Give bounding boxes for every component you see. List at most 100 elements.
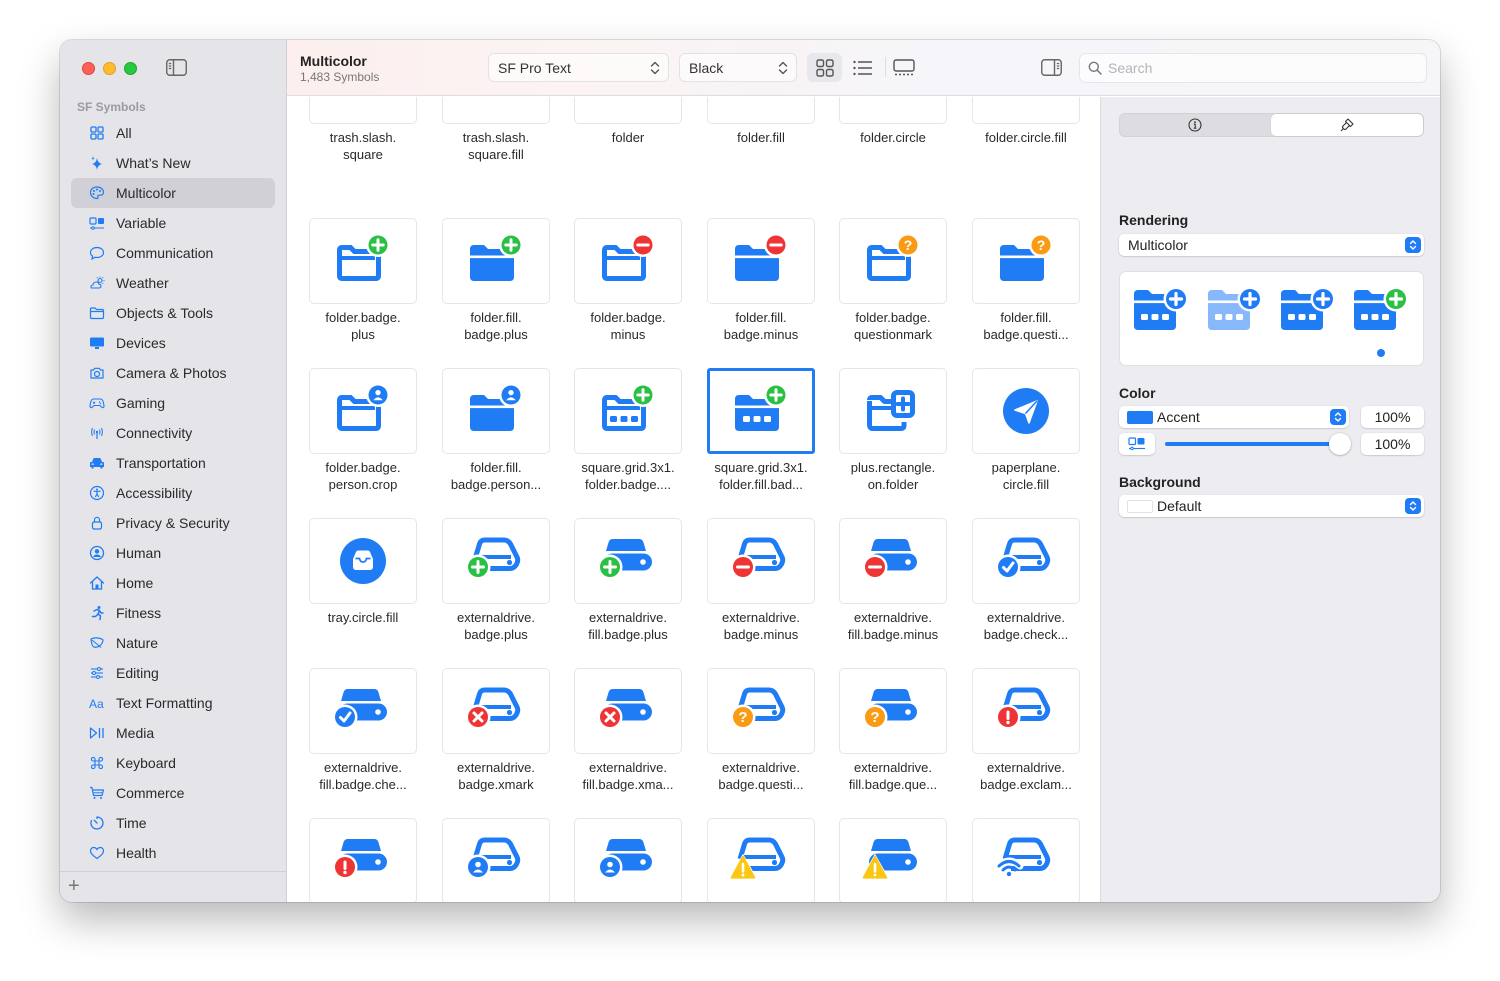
- add-collection-button[interactable]: +: [68, 876, 80, 896]
- symbol-tile[interactable]: [309, 97, 417, 124]
- symbol-tile[interactable]: [309, 218, 417, 304]
- symbol-cell[interactable]: externaldrive. fill.badge.excl...: [309, 818, 417, 902]
- symbol-tile[interactable]: [574, 368, 682, 454]
- symbol-cell[interactable]: folder.badge. person.crop: [309, 368, 417, 493]
- symbol-cell[interactable]: tray.circle.fill: [309, 518, 417, 626]
- sidebar-item-human[interactable]: Human: [71, 538, 275, 568]
- symbol-cell[interactable]: ? folder.fill. badge.questi...: [972, 218, 1080, 343]
- symbol-cell[interactable]: externaldrive. fill.triangleba...: [839, 818, 947, 902]
- symbol-cell[interactable]: ? folder.badge. questionmark: [839, 218, 947, 343]
- search-input[interactable]: [1108, 60, 1426, 76]
- symbol-cell[interactable]: plus.rectangle. on.folder: [839, 368, 947, 493]
- symbol-cell[interactable]: externaldrive. badge.exclam...: [972, 668, 1080, 793]
- sidebar-item-accessibility[interactable]: Accessibility: [71, 478, 275, 508]
- variable-value-button[interactable]: [1119, 433, 1155, 455]
- symbol-tile[interactable]: [972, 818, 1080, 902]
- symbol-tile[interactable]: [707, 218, 815, 304]
- color-select[interactable]: Accent: [1119, 406, 1349, 428]
- symbol-tile[interactable]: [309, 368, 417, 454]
- symbol-tile[interactable]: [442, 218, 550, 304]
- symbol-cell[interactable]: folder.fill: [707, 97, 815, 146]
- variable-value-field[interactable]: 100%: [1361, 433, 1424, 455]
- sidebar-item-transportation[interactable]: Transportation: [71, 448, 275, 478]
- symbol-tile[interactable]: [972, 668, 1080, 754]
- sidebar-item-health[interactable]: Health: [71, 838, 275, 868]
- symbol-tile[interactable]: ?: [839, 668, 947, 754]
- sidebar-item-commerce[interactable]: Commerce: [71, 778, 275, 808]
- symbol-tile[interactable]: [574, 218, 682, 304]
- sidebar-item-weather[interactable]: Weather: [71, 268, 275, 298]
- symbol-tile[interactable]: [972, 368, 1080, 454]
- tab-customize[interactable]: [1271, 114, 1423, 136]
- preview-palette-icon[interactable]: [1279, 286, 1337, 334]
- symbol-cell[interactable]: square.grid.3x1. folder.badge....: [574, 368, 682, 493]
- symbol-tile[interactable]: [442, 518, 550, 604]
- close-button[interactable]: [82, 62, 95, 75]
- symbol-tile[interactable]: [442, 368, 550, 454]
- sidebar-item-what-s-new[interactable]: What’s New: [71, 148, 275, 178]
- list-view-button[interactable]: [845, 53, 880, 82]
- symbol-tile-selected[interactable]: [707, 368, 815, 454]
- symbol-cell[interactable]: folder.fill. badge.person...: [442, 368, 550, 493]
- gallery-view-button[interactable]: [886, 53, 921, 82]
- symbol-cell[interactable]: trash.slash. square.fill: [442, 97, 550, 163]
- grid-view-button[interactable]: [807, 53, 842, 82]
- slider-thumb[interactable]: [1329, 433, 1351, 455]
- preview-monochrome-icon[interactable]: [1132, 286, 1190, 334]
- sidebar-item-multicolor[interactable]: Multicolor: [71, 178, 275, 208]
- search-field[interactable]: [1079, 53, 1427, 83]
- symbol-cell[interactable]: externaldrive. trianglebadge...: [707, 818, 815, 902]
- symbol-tile[interactable]: [707, 97, 815, 124]
- symbol-tile[interactable]: [309, 518, 417, 604]
- font-select[interactable]: SF Pro Text: [488, 53, 669, 82]
- symbol-tile[interactable]: ?: [707, 668, 815, 754]
- sidebar-item-connectivity[interactable]: Connectivity: [71, 418, 275, 448]
- sidebar-item-communication[interactable]: Communication: [71, 238, 275, 268]
- symbol-cell[interactable]: externaldrive. fill.badge.che...: [309, 668, 417, 793]
- symbol-cell[interactable]: externaldrive. fill.badge.per...: [574, 818, 682, 902]
- symbol-cell[interactable]: externaldrive. badge.minus: [707, 518, 815, 643]
- sidebar-item-nature[interactable]: Nature: [71, 628, 275, 658]
- symbol-tile[interactable]: [839, 518, 947, 604]
- preview-multicolor-icon[interactable]: [1352, 286, 1410, 334]
- symbol-tile[interactable]: [442, 97, 550, 124]
- tab-info[interactable]: [1120, 114, 1270, 136]
- sidebar-item-objects-tools[interactable]: Objects & Tools: [71, 298, 275, 328]
- symbol-cell[interactable]: externaldrive. badge.plus: [442, 518, 550, 643]
- sidebar-item-all[interactable]: All: [71, 118, 275, 148]
- sidebar-item-keyboard[interactable]: Keyboard: [71, 748, 275, 778]
- symbol-tile[interactable]: [442, 818, 550, 902]
- symbol-cell[interactable]: paperplane. circle.fill: [972, 368, 1080, 493]
- symbol-tile[interactable]: [839, 368, 947, 454]
- symbol-tile[interactable]: ?: [839, 218, 947, 304]
- symbol-cell[interactable]: folder: [574, 97, 682, 146]
- symbol-tile[interactable]: [839, 97, 947, 124]
- symbol-tile[interactable]: [574, 668, 682, 754]
- symbol-tile[interactable]: [707, 818, 815, 902]
- symbol-tile[interactable]: [707, 518, 815, 604]
- sidebar-toggle-icon[interactable]: [166, 59, 187, 76]
- symbol-cell[interactable]: externaldrive. badge.wifi: [972, 818, 1080, 902]
- symbol-tile[interactable]: [442, 668, 550, 754]
- sidebar-item-variable[interactable]: Variable: [71, 208, 275, 238]
- symbol-tile[interactable]: [839, 818, 947, 902]
- symbol-tile[interactable]: [574, 518, 682, 604]
- sidebar-item-fitness[interactable]: Fitness: [71, 598, 275, 628]
- symbol-tile[interactable]: [309, 668, 417, 754]
- variable-value-slider[interactable]: [1165, 433, 1351, 455]
- symbol-cell[interactable]: trash.slash. square: [309, 97, 417, 163]
- weight-select[interactable]: Black: [679, 53, 797, 82]
- inspector-toggle-icon[interactable]: [1041, 59, 1062, 76]
- sidebar-item-camera-photos[interactable]: Camera & Photos: [71, 358, 275, 388]
- symbol-cell[interactable]: externaldrive. badge.person...: [442, 818, 550, 902]
- sidebar-item-media[interactable]: Media: [71, 718, 275, 748]
- minimize-button[interactable]: [103, 62, 116, 75]
- sidebar-item-home[interactable]: Home: [71, 568, 275, 598]
- sidebar-item-gaming[interactable]: Gaming: [71, 388, 275, 418]
- symbol-cell[interactable]: folder.badge. minus: [574, 218, 682, 343]
- symbol-cell[interactable]: folder.circle: [839, 97, 947, 146]
- symbol-cell[interactable]: folder.circle.fill: [972, 97, 1080, 146]
- background-select[interactable]: Default: [1119, 495, 1424, 517]
- symbol-cell[interactable]: externaldrive. badge.check...: [972, 518, 1080, 643]
- symbol-tile[interactable]: ?: [972, 218, 1080, 304]
